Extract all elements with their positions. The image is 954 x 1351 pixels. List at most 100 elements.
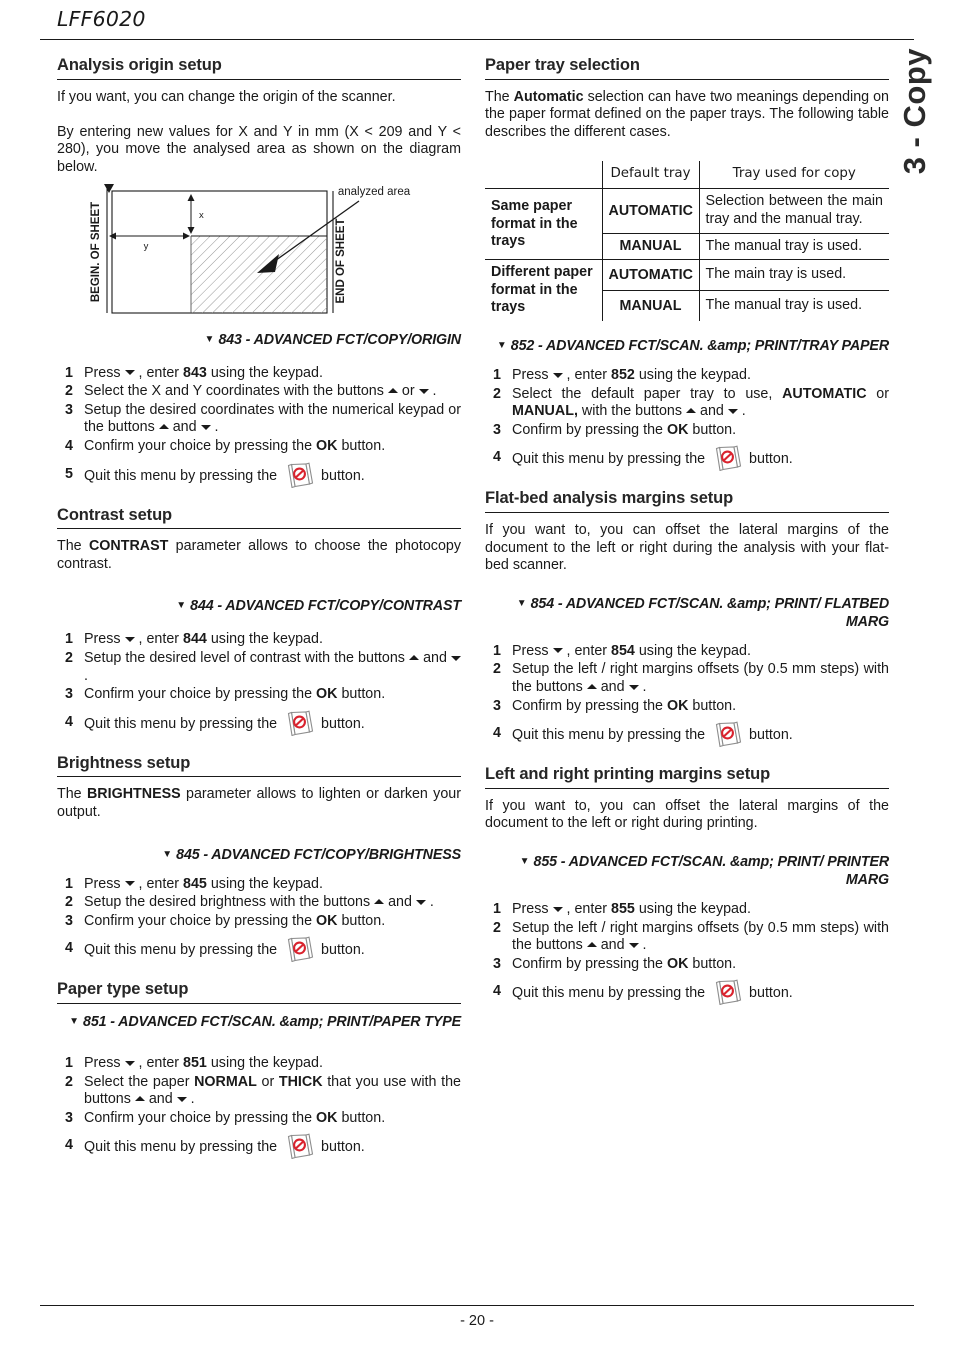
down-arrow-icon: [176, 1096, 187, 1102]
steps-paper-type: 1 Press , enter 851 using the keypad. 2 Sel…: [57, 1054, 461, 1160]
diagram-label-end-of-sheet: END OF SHEET: [335, 218, 347, 303]
list-item-step: 4 Confirm your choice by pressing the OK …: [57, 438, 461, 456]
list-item-step: 2 Setup the desired brightness with the b…: [57, 894, 461, 912]
step-number: 2: [65, 649, 73, 666]
step-number: 4: [493, 725, 501, 742]
menupath-845: ▼ 845 - ADVANCED FCT/COPY/BRIGHTNESS: [57, 846, 461, 864]
down-arrow-icon: [124, 881, 135, 887]
triangle-bullet-icon: ▼: [69, 1015, 80, 1027]
paper-tray-table: Default tray Tray used for copy Same pap…: [485, 161, 889, 321]
scanner-origin-diagram-svg: BEGIN. OF SHEET END OF SHEET x y analyze…: [90, 183, 411, 314]
list-item-step: 3 Confirm by pressing the OK button.: [485, 956, 889, 974]
list-item-step: 4 Quit this menu by pressing the button.: [485, 445, 889, 472]
step-number: 2: [493, 385, 501, 402]
table-cell-group-different-format: Different paper format in the trays: [485, 259, 603, 321]
section-printing-margins-setup: Left and right printing margins setup If…: [485, 764, 889, 1006]
footer-divider: [40, 1305, 914, 1306]
up-arrow-icon: [158, 424, 169, 430]
heading-contrast-setup: Contrast setup: [57, 505, 173, 524]
down-arrow-icon: [418, 388, 429, 394]
stop-key-icon[interactable]: [284, 462, 314, 488]
steps-paper-tray: 1 Press , enter 852 using the keypad. 2 Sel…: [485, 367, 889, 472]
table-cell-tray-used: The manual tray is used.: [699, 232, 889, 260]
down-arrow-icon: [124, 637, 135, 643]
list-item-step: 3 Confirm your choice by pressing the OK …: [57, 913, 461, 931]
menupath-851: ▼ 851 - ADVANCED FCT/SCAN. &amp; PRINT/PA…: [57, 1013, 461, 1031]
triangle-bullet-icon: ▼: [176, 600, 187, 612]
step-number: 3: [493, 955, 501, 972]
down-arrow-icon: [552, 648, 563, 654]
table-cell-default-tray: MANUAL: [602, 290, 700, 321]
heading-underline: [57, 528, 461, 530]
step-number: 4: [493, 449, 501, 466]
up-arrow-icon: [387, 387, 398, 393]
heading-underline: [57, 1002, 461, 1004]
document-page: LFF6020 3 - Copy Analysis origin setup I…: [0, 0, 954, 1351]
step-number: 2: [493, 661, 501, 678]
step-number: 3: [65, 401, 73, 418]
triangle-bullet-icon: ▼: [204, 333, 215, 345]
menupath-845-text: 845 - ADVANCED FCT/COPY/BRIGHTNESS: [176, 846, 461, 863]
paper-tray-table-head: Default tray Tray used for copy: [485, 161, 889, 190]
paragraph-brightness-1: The BRIGHTNESS parameter allows to light…: [57, 786, 461, 820]
section-flatbed-margins-setup: Flat-bed analysis margins setup If you w…: [485, 488, 889, 748]
menupath-844: ▼ 844 - ADVANCED FCT/COPY/CONTRAST: [57, 597, 461, 615]
list-item-step: 1 Press , enter 854 using the keypad.: [485, 643, 889, 661]
up-arrow-icon: [586, 941, 597, 947]
table-header-blank: [485, 161, 602, 190]
list-item-step: 3 Confirm by pressing the OK button.: [485, 422, 889, 440]
list-item-step: 2 Setup the left / right margins offsets …: [485, 661, 889, 696]
paragraph-analysis-origin-2: By entering new values for X and Y in mm…: [57, 123, 461, 175]
stop-key-icon[interactable]: [284, 1133, 314, 1160]
step-number: 3: [65, 1109, 73, 1126]
step-number: 4: [493, 983, 501, 1000]
table-cell-default-tray: AUTOMATIC: [602, 188, 700, 234]
stop-key-icon[interactable]: [712, 979, 742, 1006]
table-row: Same paper format in the trays AUTOMATIC…: [485, 188, 889, 260]
step-number: 2: [65, 383, 73, 400]
section-paper-tray-selection: Paper tray selection The Automatic selec…: [485, 55, 889, 472]
step-number: 3: [65, 912, 73, 929]
left-column: Analysis origin setup If you want, you c…: [57, 55, 461, 1160]
step-number: 2: [65, 894, 73, 911]
down-arrow-icon: [415, 899, 426, 905]
list-item-step: 1 Press , enter 852 using the keypad.: [485, 367, 889, 385]
list-item-step: 4 Quit this menu by pressing the button.: [485, 721, 889, 748]
table-cell-default-tray: AUTOMATIC: [602, 259, 700, 291]
stop-key-icon[interactable]: [284, 710, 314, 736]
paragraph-analysis-origin-1: If you want, you can change the origin o…: [57, 88, 396, 105]
step-number: 1: [65, 875, 73, 892]
list-item-step: 4 Quit this menu by pressing the button.: [485, 979, 889, 1006]
stop-key-icon[interactable]: [284, 936, 314, 963]
menupath-852: ▼ 852 - ADVANCED FCT/SCAN. &amp; PRINT/TR…: [485, 337, 889, 355]
down-arrow-icon: [628, 942, 639, 948]
steps-flatbed-margins: 1 Press , enter 854 using the keypad. 2 Set…: [485, 643, 889, 748]
heading-underline: [485, 78, 889, 80]
step-number: 1: [65, 1054, 73, 1071]
chapter-side-tab-label: 3 - Copy: [897, 48, 932, 175]
page-header-title: LFF6020: [57, 7, 146, 31]
step-number: 3: [65, 686, 73, 703]
triangle-bullet-icon: ▼: [516, 597, 527, 609]
down-arrow-icon: [727, 408, 738, 414]
stop-key-icon[interactable]: [712, 445, 742, 472]
list-item-step: 1 Press , enter 845 using the keypad.: [57, 876, 461, 894]
header-divider: [40, 39, 914, 40]
table-row: Different paper format in the trays AUTO…: [485, 259, 889, 321]
section-paper-type-setup: Paper type setup ▼ 851 - ADVANCED FCT/SCA…: [57, 979, 461, 1160]
stop-key-icon[interactable]: [712, 721, 742, 748]
list-item-step: 3 Confirm your choice by pressing the OK …: [57, 1110, 461, 1128]
list-item-step: 3 Confirm by pressing the OK button.: [485, 698, 889, 716]
right-column: Paper tray selection The Automatic selec…: [485, 55, 889, 1006]
triangle-bullet-icon: ▼: [519, 855, 530, 867]
menupath-843-text: 843 - ADVANCED FCT/COPY/ORIGIN: [218, 331, 461, 348]
up-arrow-icon: [409, 654, 420, 660]
heading-paper-type-setup: Paper type setup: [57, 980, 189, 999]
list-item-step: 1 Press , enter 844 using the keypad.: [57, 631, 461, 649]
heading-printing-margins-setup: Left and right printing margins setup: [485, 765, 771, 784]
menupath-852-text: 852 - ADVANCED FCT/SCAN. &amp; PRINT/TRA…: [510, 337, 889, 354]
list-item-step: 2 Select the paper NORMAL or THICK that y…: [57, 1074, 461, 1109]
heading-flatbed-margins-setup: Flat-bed analysis margins setup: [485, 489, 734, 508]
step-number: 1: [493, 642, 501, 659]
triangle-bullet-icon: ▼: [162, 848, 173, 860]
